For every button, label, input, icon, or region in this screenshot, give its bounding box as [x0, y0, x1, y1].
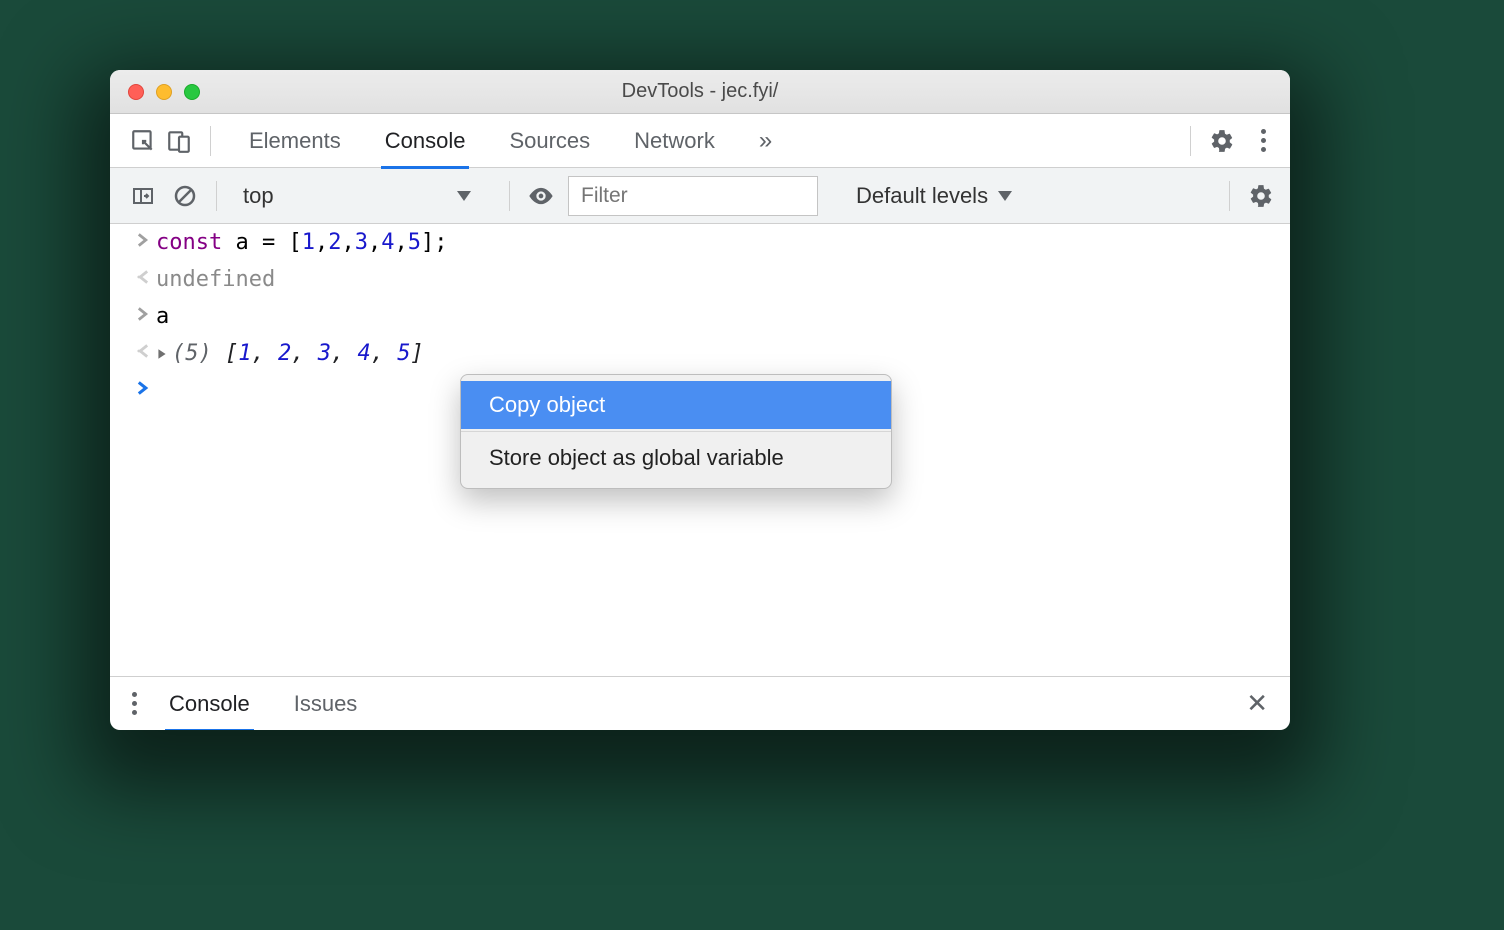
- drawer-tab-console[interactable]: Console: [147, 677, 272, 731]
- console-sidebar-toggle-icon[interactable]: [128, 181, 158, 211]
- console-row[interactable]: undefined: [110, 261, 1290, 298]
- context-menu-item-store-global[interactable]: Store object as global variable: [461, 434, 891, 482]
- input-chevron-icon: [130, 230, 156, 247]
- main-tabbar: Elements Console Sources Network »: [110, 114, 1290, 168]
- chevron-down-icon: [998, 191, 1012, 201]
- console-toolbar: top Default levels: [110, 168, 1290, 224]
- log-levels-selector[interactable]: Default levels: [848, 183, 1020, 209]
- divider: [216, 181, 217, 211]
- prompt-chevron-icon: [130, 378, 156, 395]
- devtools-window: DevTools - jec.fyi/ Elements Console Sou…: [110, 70, 1290, 730]
- device-toolbar-icon[interactable]: [164, 126, 194, 156]
- console-log-area[interactable]: const a = [1,2,3,4,5]; undefined a (5) [1, …: [110, 224, 1290, 676]
- titlebar: DevTools - jec.fyi/: [110, 70, 1290, 114]
- divider: [1229, 181, 1230, 211]
- tab-elements[interactable]: Elements: [227, 114, 363, 168]
- more-menu-icon[interactable]: [1251, 129, 1276, 152]
- inspect-element-icon[interactable]: [128, 126, 158, 156]
- divider: [210, 126, 211, 156]
- context-menu-item-copy-object[interactable]: Copy object: [461, 381, 891, 429]
- output-chevron-icon: [130, 267, 156, 284]
- expand-object-icon[interactable]: [156, 348, 168, 360]
- console-line-content: undefined: [156, 267, 275, 292]
- live-expression-eye-icon[interactable]: [526, 181, 556, 211]
- drawer-tabbar: Console Issues ✕: [110, 676, 1290, 730]
- log-levels-label: Default levels: [856, 183, 988, 209]
- divider: [509, 181, 510, 211]
- console-line-content: (5) [1, 2, 3, 4, 5]: [156, 341, 424, 366]
- tab-console[interactable]: Console: [363, 114, 488, 168]
- console-line-content: a: [156, 304, 169, 329]
- chevron-down-icon: [457, 191, 471, 201]
- console-row[interactable]: (5) [1, 2, 3, 4, 5]: [110, 335, 1290, 372]
- tab-sources[interactable]: Sources: [487, 114, 612, 168]
- context-menu: Copy object Store object as global varia…: [460, 374, 892, 489]
- console-row[interactable]: a: [110, 298, 1290, 335]
- console-row[interactable]: const a = [1,2,3,4,5];: [110, 224, 1290, 261]
- close-drawer-icon[interactable]: ✕: [1238, 688, 1276, 719]
- execution-context-selector[interactable]: top: [233, 176, 493, 216]
- drawer-more-icon[interactable]: [122, 692, 147, 715]
- filter-input[interactable]: [568, 176, 818, 216]
- execution-context-label: top: [243, 183, 274, 209]
- clear-console-icon[interactable]: [170, 181, 200, 211]
- output-chevron-icon: [130, 341, 156, 358]
- divider: [1190, 126, 1191, 156]
- window-title: DevTools - jec.fyi/: [110, 80, 1290, 103]
- tab-network[interactable]: Network: [612, 114, 737, 168]
- tabs-overflow-icon[interactable]: »: [743, 127, 788, 155]
- panel-tabs: Elements Console Sources Network: [227, 114, 737, 168]
- input-chevron-icon: [130, 304, 156, 321]
- context-menu-separator: [461, 431, 891, 432]
- drawer-tab-issues[interactable]: Issues: [272, 677, 380, 731]
- console-settings-gear-icon[interactable]: [1246, 181, 1276, 211]
- console-line-content: const a = [1,2,3,4,5];: [156, 230, 447, 255]
- settings-gear-icon[interactable]: [1207, 126, 1237, 156]
